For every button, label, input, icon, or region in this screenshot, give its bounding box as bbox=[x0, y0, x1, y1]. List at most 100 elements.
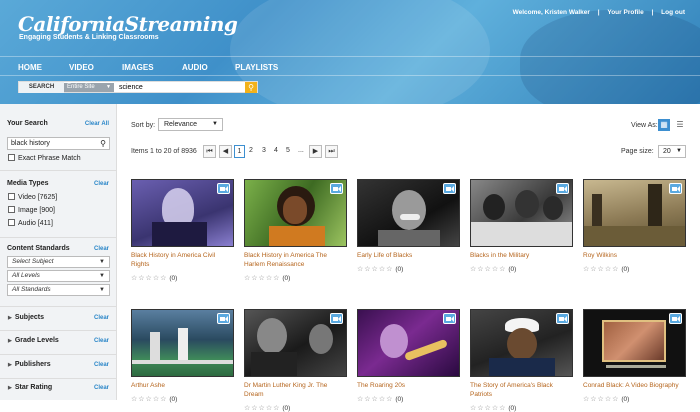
prev-page-button[interactable]: ◀ bbox=[219, 145, 232, 158]
clear-star-rating-link[interactable]: Clear bbox=[94, 385, 109, 391]
nav-video[interactable]: VIDEO bbox=[69, 63, 94, 72]
user-bar: Welcome, Kristen Walker | Your Profile |… bbox=[510, 9, 688, 16]
subject-select[interactable]: Select Subject ▼ bbox=[7, 256, 110, 268]
star-icons[interactable]: ☆☆☆☆☆ bbox=[583, 266, 619, 273]
publishers-section-toggle[interactable]: ▶ Publishers bbox=[8, 361, 51, 368]
video-thumbnail[interactable] bbox=[470, 309, 573, 377]
welcome-text: Welcome, Kristen Walker bbox=[512, 9, 590, 16]
standards-select[interactable]: All Standards ▼ bbox=[7, 284, 110, 296]
your-profile-link[interactable]: Your Profile bbox=[607, 9, 643, 16]
clear-subjects-link[interactable]: Clear bbox=[94, 315, 109, 321]
star-rating[interactable]: ☆☆☆☆☆ (0) bbox=[244, 274, 290, 282]
result-title-link[interactable]: Blacks in the Military bbox=[470, 251, 573, 260]
search-scope-select[interactable]: Entire Site ▼ bbox=[64, 83, 114, 92]
star-rating[interactable]: ☆☆☆☆☆ (0) bbox=[357, 265, 403, 273]
star-rating[interactable]: ☆☆☆☆☆ (0) bbox=[131, 395, 177, 403]
video-thumbnail[interactable] bbox=[244, 309, 347, 377]
star-rating[interactable]: ☆☆☆☆☆ (0) bbox=[583, 265, 629, 273]
star-icons[interactable]: ☆☆☆☆☆ bbox=[244, 275, 280, 282]
content-standards-heading: Content Standards bbox=[7, 245, 70, 252]
clear-standards-link[interactable]: Clear bbox=[94, 246, 109, 252]
video-thumbnail[interactable] bbox=[131, 309, 234, 377]
search-icon[interactable]: ⚲ bbox=[100, 138, 106, 149]
thumbnail-figure bbox=[378, 230, 440, 246]
star-rating[interactable]: ☆☆☆☆☆ (0) bbox=[244, 404, 290, 412]
first-page-button[interactable]: ⏮ bbox=[203, 145, 216, 158]
page-3-link[interactable]: 3 bbox=[262, 147, 266, 154]
search-button[interactable]: ⚲ bbox=[245, 82, 257, 93]
clear-all-link[interactable]: Clear All bbox=[85, 121, 109, 127]
nav-audio[interactable]: AUDIO bbox=[182, 63, 208, 72]
star-icons[interactable]: ☆☆☆☆☆ bbox=[131, 275, 167, 282]
result-title-link[interactable]: Black History in America The Harlem Rena… bbox=[244, 251, 347, 269]
grid-view-icon[interactable]: ▦ bbox=[658, 119, 670, 131]
last-page-button[interactable]: ⏭ bbox=[325, 145, 338, 158]
star-rating[interactable]: ☆☆☆☆☆ (0) bbox=[131, 274, 177, 282]
site-logo[interactable]: CaliforniaStreaming bbox=[18, 12, 238, 36]
logout-link[interactable]: Log out bbox=[661, 9, 685, 16]
video-thumbnail[interactable] bbox=[470, 179, 573, 247]
star-icons[interactable]: ☆☆☆☆☆ bbox=[470, 266, 506, 273]
result-title-link[interactable]: Arthur Ashe bbox=[131, 381, 234, 390]
video-thumbnail[interactable] bbox=[244, 179, 347, 247]
nav-playlists[interactable]: PLAYLISTS bbox=[235, 63, 278, 72]
result-title-link[interactable]: Dr Martin Luther King Jr. The Dream bbox=[244, 381, 347, 399]
checkbox-box[interactable] bbox=[8, 154, 15, 161]
level-select-value: All Levels bbox=[12, 272, 40, 279]
list-view-icon[interactable]: ☰ bbox=[674, 119, 686, 131]
star-icons[interactable]: ☆☆☆☆☆ bbox=[244, 405, 280, 412]
star-rating[interactable]: ☆☆☆☆☆ (0) bbox=[470, 265, 516, 273]
clear-media-link[interactable]: Clear bbox=[94, 181, 109, 187]
grade-levels-label: Grade Levels bbox=[14, 337, 59, 344]
search-icon: ⚲ bbox=[248, 83, 254, 92]
result-title-link[interactable]: Conrad Black: A Video Biography bbox=[583, 381, 686, 390]
star-rating-section-toggle[interactable]: ▶ Star Rating bbox=[8, 384, 52, 391]
chevron-right-icon: ▶ bbox=[8, 385, 12, 391]
sort-value: Relevance bbox=[164, 121, 198, 128]
video-thumbnail[interactable] bbox=[357, 309, 460, 377]
video-thumbnail[interactable] bbox=[583, 179, 686, 247]
exact-phrase-checkbox[interactable]: Exact Phrase Match bbox=[8, 154, 81, 162]
search-scope-value: Entire Site bbox=[67, 84, 95, 90]
result-title-link[interactable]: The Story of America's Black Patriots bbox=[470, 381, 573, 399]
video-thumbnail[interactable] bbox=[583, 309, 686, 377]
nav-home[interactable]: HOME bbox=[18, 63, 42, 72]
star-rating[interactable]: ☆☆☆☆☆ (0) bbox=[583, 395, 629, 403]
result-title-link[interactable]: Early Life of Blacks bbox=[357, 251, 460, 260]
video-thumbnail[interactable] bbox=[357, 179, 460, 247]
result-title-link[interactable]: Roy Wilkins bbox=[583, 251, 686, 260]
search-input[interactable]: science bbox=[119, 82, 143, 93]
next-page-button[interactable]: ▶ bbox=[309, 145, 322, 158]
nav-images[interactable]: IMAGES bbox=[122, 63, 154, 72]
page-5-link[interactable]: 5 bbox=[286, 147, 290, 154]
star-icons[interactable]: ☆☆☆☆☆ bbox=[470, 405, 506, 412]
star-icons[interactable]: ☆☆☆☆☆ bbox=[357, 266, 393, 273]
rating-count: (0) bbox=[282, 275, 291, 282]
media-audio-checkbox[interactable]: Audio [411] bbox=[8, 219, 53, 227]
star-rating[interactable]: ☆☆☆☆☆ (0) bbox=[470, 404, 516, 412]
subjects-section-toggle[interactable]: ▶ Subjects bbox=[8, 314, 44, 321]
separator: | bbox=[651, 9, 654, 16]
star-rating[interactable]: ☆☆☆☆☆ (0) bbox=[357, 395, 403, 403]
level-select[interactable]: All Levels ▼ bbox=[7, 270, 110, 282]
checkbox-box[interactable] bbox=[8, 219, 15, 226]
checkbox-box[interactable] bbox=[8, 193, 15, 200]
page-2-link[interactable]: 2 bbox=[249, 147, 253, 154]
page-4-link[interactable]: 4 bbox=[274, 147, 278, 154]
page-size-select[interactable]: 20 ▼ bbox=[658, 145, 686, 158]
thumbnail-figure bbox=[392, 190, 426, 230]
media-video-checkbox[interactable]: Video [7625] bbox=[8, 193, 57, 201]
clear-grade-levels-link[interactable]: Clear bbox=[94, 338, 109, 344]
refine-search-input[interactable]: black history ⚲ bbox=[7, 137, 110, 150]
thumbnail-figure bbox=[269, 226, 325, 246]
page-1-button[interactable]: 1 bbox=[234, 145, 245, 158]
checkbox-box[interactable] bbox=[8, 206, 15, 213]
divider bbox=[0, 306, 117, 307]
result-title-link[interactable]: Black History in America Civil Rights bbox=[131, 251, 234, 269]
grade-levels-section-toggle[interactable]: ▶ Grade Levels bbox=[8, 337, 59, 344]
sort-select[interactable]: Relevance ▼ bbox=[158, 118, 223, 131]
result-title-link[interactable]: The Roaring 20s bbox=[357, 381, 460, 390]
media-image-checkbox[interactable]: Image [900] bbox=[8, 206, 55, 214]
video-thumbnail[interactable] bbox=[131, 179, 234, 247]
clear-publishers-link[interactable]: Clear bbox=[94, 362, 109, 368]
